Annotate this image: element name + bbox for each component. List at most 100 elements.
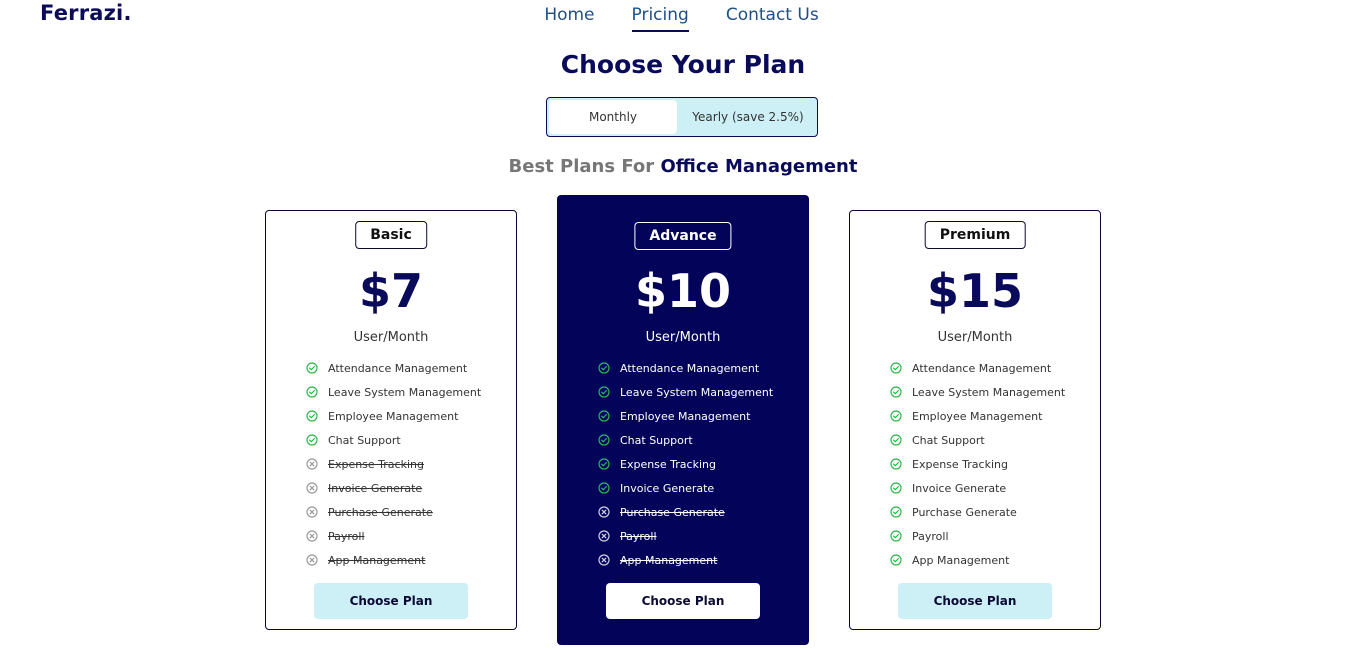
feature-label: Payroll (912, 529, 949, 543)
plan-price: $10 (634, 264, 732, 318)
feature-item: Leave System Management (890, 380, 1065, 404)
x-circle-icon (598, 506, 610, 518)
x-circle-icon (306, 458, 318, 470)
subheading-highlight: Office Management (660, 156, 858, 177)
feature-item: Invoice Generate (890, 476, 1065, 500)
check-circle-icon (598, 482, 610, 494)
feature-label: Payroll (328, 529, 365, 543)
x-circle-icon (598, 530, 610, 542)
feature-item: Payroll (306, 524, 481, 548)
feature-item: Expense Tracking (598, 452, 773, 476)
plan-price: $15 (926, 264, 1024, 318)
check-circle-icon (598, 386, 610, 398)
feature-label: Employee Management (328, 409, 459, 423)
check-circle-icon (306, 410, 318, 422)
billing-toggle: Monthly Yearly (save 2.5%) (546, 97, 818, 137)
check-circle-icon (890, 482, 902, 494)
check-circle-icon (598, 458, 610, 470)
feature-item: Chat Support (306, 428, 481, 452)
feature-item: App Management (598, 548, 773, 572)
check-circle-icon (598, 410, 610, 422)
feature-label: Leave System Management (620, 385, 774, 399)
x-circle-icon (306, 554, 318, 566)
feature-label: Invoice Generate (620, 481, 715, 495)
plan-card-basic: Basic $7 User/Month Attendance Managemen… (265, 210, 517, 630)
feature-item: App Management (890, 548, 1065, 572)
plan-price-unit: User/Month (645, 330, 721, 345)
feature-item: Expense Tracking (890, 452, 1065, 476)
check-circle-icon (890, 506, 902, 518)
feature-list: Attendance Management Leave System Manage… (306, 356, 481, 572)
feature-label: Expense Tracking (912, 457, 1008, 471)
feature-item: Leave System Management (598, 380, 773, 404)
feature-label: Purchase Generate (620, 505, 725, 519)
x-circle-icon (306, 530, 318, 542)
feature-label: App Management (620, 553, 718, 567)
feature-label: Employee Management (620, 409, 751, 423)
feature-item: Chat Support (890, 428, 1065, 452)
plan-price-unit: User/Month (353, 330, 429, 345)
check-circle-icon (890, 458, 902, 470)
feature-item: Purchase Generate (306, 500, 481, 524)
plan-name-badge: Advance (634, 222, 732, 250)
feature-label: Expense Tracking (328, 457, 424, 471)
feature-item: Attendance Management (890, 356, 1065, 380)
feature-item: Purchase Generate (598, 500, 773, 524)
choose-plan-button-basic[interactable]: Choose Plan (314, 583, 468, 619)
feature-label: Payroll (620, 529, 657, 543)
feature-item: Invoice Generate (306, 476, 481, 500)
feature-list: Attendance Management Leave System Manage… (890, 356, 1065, 572)
feature-item: Employee Management (598, 404, 773, 428)
check-circle-icon (306, 362, 318, 374)
subheading-prefix: Best Plans For (508, 156, 655, 177)
choose-plan-button-advance[interactable]: Choose Plan (606, 583, 760, 619)
nav-contact-link[interactable]: Contact Us (726, 5, 819, 32)
check-circle-icon (306, 386, 318, 398)
feature-label: Purchase Generate (912, 505, 1017, 519)
check-circle-icon (598, 434, 610, 446)
feature-item: Chat Support (598, 428, 773, 452)
check-circle-icon (890, 530, 902, 542)
plan-name-badge: Basic (355, 221, 427, 249)
feature-label: Leave System Management (912, 385, 1066, 399)
feature-label: Purchase Generate (328, 505, 433, 519)
plan-price-unit: User/Month (937, 330, 1013, 345)
feature-label: Expense Tracking (620, 457, 716, 471)
plan-card-premium: Premium $15 User/Month Attendance Manage… (849, 210, 1101, 630)
feature-item: Leave System Management (306, 380, 481, 404)
feature-label: Attendance Management (620, 361, 760, 375)
page-title: Choose Your Plan (560, 50, 806, 79)
check-circle-icon (890, 410, 902, 422)
nav-pricing-link[interactable]: Pricing (631, 5, 689, 32)
check-circle-icon (306, 434, 318, 446)
check-circle-icon (890, 554, 902, 566)
feature-label: Leave System Management (328, 385, 482, 399)
check-circle-icon (890, 434, 902, 446)
feature-label: Attendance Management (912, 361, 1052, 375)
feature-item: Expense Tracking (306, 452, 481, 476)
check-circle-icon (890, 362, 902, 374)
feature-item: Purchase Generate (890, 500, 1065, 524)
check-circle-icon (890, 386, 902, 398)
feature-item: App Management (306, 548, 481, 572)
billing-yearly-option[interactable]: Yearly (save 2.5%) (679, 98, 817, 136)
feature-label: Invoice Generate (328, 481, 423, 495)
feature-item: Employee Management (306, 404, 481, 428)
feature-list: Attendance Management Leave System Manage… (598, 356, 773, 572)
plan-name-badge: Premium (924, 221, 1026, 249)
feature-label: Chat Support (328, 433, 401, 447)
x-circle-icon (306, 482, 318, 494)
feature-item: Attendance Management (598, 356, 773, 380)
top-nav: Home Pricing Contact Us (0, 5, 1366, 32)
feature-label: App Management (912, 553, 1010, 567)
billing-monthly-option[interactable]: Monthly (549, 100, 677, 134)
plans-subheading: Best Plans For Office Management (0, 155, 1366, 179)
feature-label: Invoice Generate (912, 481, 1007, 495)
feature-item: Payroll (598, 524, 773, 548)
choose-plan-button-premium[interactable]: Choose Plan (898, 583, 1052, 619)
nav-home-link[interactable]: Home (544, 5, 594, 32)
feature-label: App Management (328, 553, 426, 567)
feature-label: Attendance Management (328, 361, 468, 375)
plan-price: $7 (358, 264, 423, 318)
x-circle-icon (306, 506, 318, 518)
